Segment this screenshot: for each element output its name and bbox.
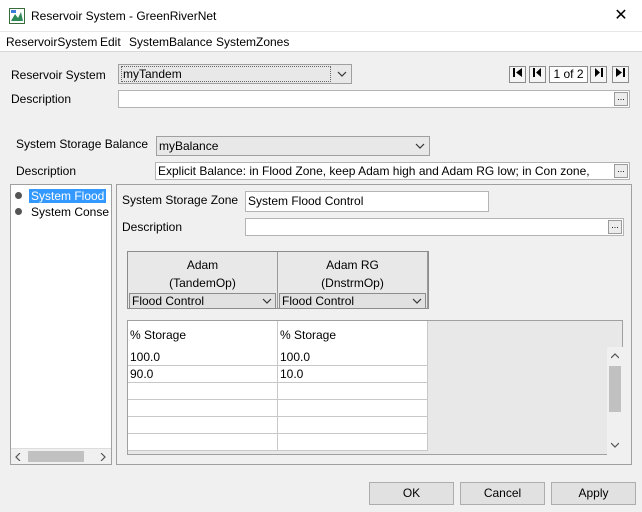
reservoir-description-label: Description <box>11 92 72 106</box>
column-adam-rg: Adam RG (DnstrmOp) Flood Control <box>278 252 428 309</box>
close-icon[interactable]: ✕ <box>608 4 634 28</box>
reservoir-description-edit-button[interactable]: ... <box>614 92 628 106</box>
zone-select-adam-rg[interactable]: Flood Control <box>279 293 426 309</box>
next-record-button[interactable] <box>590 66 607 83</box>
zone-name-field[interactable]: System Flood Control <box>245 191 489 212</box>
grid-cell[interactable] <box>128 400 278 417</box>
storage-balance-value: myBalance <box>159 139 219 153</box>
grid-cell[interactable] <box>128 434 278 451</box>
zone-select-value: Flood Control <box>282 294 355 308</box>
scroll-left-icon[interactable] <box>14 453 22 461</box>
bullet-icon <box>15 192 22 199</box>
grid-cell[interactable]: 90.0 <box>128 366 278 383</box>
previous-record-button[interactable] <box>529 66 546 83</box>
grid-cell[interactable] <box>128 383 278 400</box>
reservoir-system-value: myTandem <box>121 66 331 82</box>
apply-button[interactable]: Apply <box>551 482 636 505</box>
page-indicator: 1 of 2 <box>549 66 588 83</box>
tree-horizontal-scrollbar[interactable] <box>11 448 111 464</box>
zone-select-adam[interactable]: Flood Control <box>129 293 276 309</box>
grid-header-adam-rg: % Storage <box>278 321 428 349</box>
menu-bar: ReservoirSystem Edit SystemBalance Syste… <box>0 32 642 52</box>
previous-icon <box>533 68 541 77</box>
balance-description-edit-button[interactable]: ... <box>614 164 628 178</box>
reservoir-system-label: Reservoir System <box>11 68 106 82</box>
first-record-button[interactable] <box>509 66 526 83</box>
zone-label: System Storage Zone <box>122 193 239 207</box>
scroll-right-icon[interactable] <box>99 453 107 461</box>
scroll-thumb[interactable] <box>609 366 621 412</box>
zone-description-field[interactable] <box>245 218 624 236</box>
grid-cell[interactable]: 100.0 <box>278 349 428 366</box>
balance-description-field[interactable]: Explicit Balance: in Flood Zone, keep Ad… <box>155 162 630 180</box>
tree-item-label: System Conse <box>31 205 110 219</box>
scroll-thumb[interactable] <box>28 451 84 462</box>
tree-item-system-flood[interactable]: System Flood <box>15 189 107 205</box>
ok-button[interactable]: OK <box>369 482 454 505</box>
chevron-down-icon <box>415 143 425 149</box>
chevron-down-icon <box>337 71 347 77</box>
zone-description-label: Description <box>122 220 183 234</box>
reservoir-column-header: Adam (TandemOp) Flood Control Adam RG (D… <box>127 251 429 309</box>
grid-cell[interactable] <box>278 400 428 417</box>
menu-reservoirsystem[interactable]: ReservoirSystem <box>6 35 97 49</box>
column-reservoir-name: Adam <box>186 258 219 272</box>
window-title: Reservoir System - GreenRiverNet <box>31 9 217 23</box>
scroll-up-icon[interactable] <box>611 352 619 360</box>
grid-cell[interactable]: 100.0 <box>128 349 278 366</box>
scroll-down-icon[interactable] <box>611 441 619 449</box>
column-operation-set: (DnstrmOp) <box>321 276 384 290</box>
app-icon <box>9 8 25 24</box>
grid-cell[interactable]: 10.0 <box>278 366 428 383</box>
grid-cell[interactable] <box>128 417 278 434</box>
reservoir-description-field[interactable] <box>118 90 630 108</box>
grid-cell[interactable] <box>278 417 428 434</box>
column-adam: Adam (TandemOp) Flood Control <box>128 252 278 309</box>
menu-systemzones[interactable]: SystemZones <box>216 35 289 49</box>
balance-description-label: Description <box>16 164 77 178</box>
chevron-down-icon <box>262 298 272 304</box>
zone-tree[interactable]: System Flood System Conse <box>10 184 112 465</box>
grid-header-adam: % Storage <box>128 321 278 349</box>
storage-balance-label: System Storage Balance <box>16 137 149 151</box>
bullet-icon <box>15 208 22 215</box>
storage-balance-select[interactable]: myBalance <box>156 136 430 156</box>
grid-cell[interactable] <box>278 434 428 451</box>
tree-item-system-conservation[interactable]: System Conse <box>15 205 111 221</box>
cancel-button[interactable]: Cancel <box>460 482 545 505</box>
title-bar: Reservoir System - GreenRiverNet ✕ <box>0 0 642 32</box>
last-record-button[interactable] <box>612 66 629 83</box>
menu-edit[interactable]: Edit <box>100 35 121 49</box>
menu-systembalance[interactable]: SystemBalance <box>129 35 212 49</box>
reservoir-system-select[interactable]: myTandem <box>118 64 352 84</box>
chevron-down-icon <box>412 298 422 304</box>
first-icon <box>513 68 522 77</box>
zone-select-value: Flood Control <box>132 294 205 308</box>
next-icon <box>595 68 603 77</box>
column-operation-set: (TandemOp) <box>169 276 236 290</box>
last-icon <box>616 68 625 77</box>
grid-cell[interactable] <box>278 383 428 400</box>
zone-description-edit-button[interactable]: ... <box>608 220 622 234</box>
column-reservoir-name: Adam RG <box>326 258 379 272</box>
tree-item-label: System Flood <box>29 189 107 203</box>
